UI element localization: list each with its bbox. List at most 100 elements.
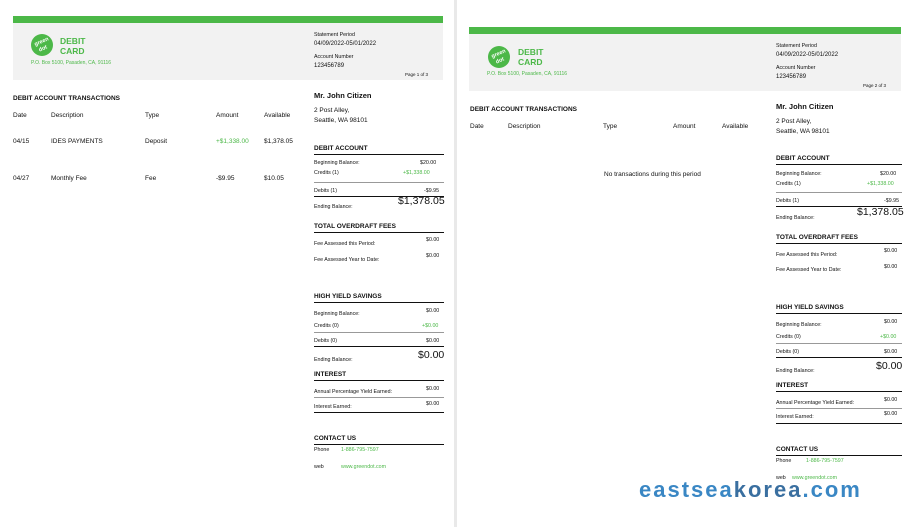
empty-state-message: No transactions during this period — [604, 171, 701, 178]
divider — [314, 232, 444, 233]
savings-debits-label: Debits (0) — [776, 349, 799, 355]
col-type: Type — [603, 123, 618, 130]
col-description: Description — [508, 123, 541, 130]
account-number-label: Account Number — [314, 54, 354, 60]
phone-link[interactable]: 1-886-795-7597 — [341, 446, 379, 454]
apy-label: Annual Percentage Yield Earned: — [776, 400, 855, 406]
savings-debits-value: $0.00 — [884, 349, 898, 355]
interest-earned-label: Interest Earned: — [314, 404, 352, 410]
credits-label: Credits (1) — [776, 181, 801, 187]
tx-amount: +$1,338.00 — [216, 138, 249, 145]
divider — [776, 192, 902, 193]
divider — [776, 423, 902, 424]
divider — [776, 164, 902, 165]
col-amount: Amount — [673, 123, 696, 130]
page-number: Page 2 of 3 — [863, 83, 887, 88]
savings-ending-value: $0.00 — [418, 349, 445, 361]
statement-page-1: green dot DEBIT CARD P.O. Box 5100, Pasade… — [0, 0, 452, 527]
ending-balance-label: Ending Balance: — [314, 204, 353, 210]
savings-credits-label: Credits (0) — [314, 323, 339, 329]
tx-description: IDES PAYMENTS — [51, 138, 103, 145]
divider — [314, 332, 444, 333]
transactions-title: DEBIT ACCOUNT TRANSACTIONS — [13, 95, 121, 102]
account-number-value: 123456789 — [776, 74, 807, 80]
tx-date: 04/15 — [13, 138, 30, 145]
page-gutter — [454, 0, 457, 527]
divider — [314, 444, 444, 445]
web-label: web — [314, 464, 324, 470]
debits-label: Debits (1) — [776, 198, 799, 204]
phone-label: Phone — [776, 458, 792, 464]
beginning-balance-value: $20.00 — [420, 160, 437, 166]
customer-address-line1: 2 Post Alley, — [776, 118, 812, 125]
header-accent-bar — [13, 16, 443, 23]
interest-title: INTEREST — [314, 371, 347, 378]
col-date: Date — [13, 112, 27, 119]
col-type: Type — [145, 112, 160, 119]
beginning-balance-label: Beginning Balance: — [314, 160, 360, 166]
phone-label: Phone — [314, 447, 330, 453]
savings-title: HIGH YIELD SAVINGS — [314, 293, 382, 300]
divider — [314, 182, 444, 183]
fee-period-value: $0.00 — [884, 248, 898, 254]
card-brand-title: DEBIT CARD — [60, 36, 86, 56]
divider — [314, 412, 444, 413]
debits-value: -$9.95 — [424, 188, 440, 194]
statement-page-2: green dot DEBIT CARD P.O. Box 5100, Pasade… — [458, 0, 910, 527]
savings-title: HIGH YIELD SAVINGS — [776, 304, 844, 311]
tx-type: Deposit — [145, 138, 168, 145]
interest-earned-label: Interest Earned: — [776, 414, 814, 420]
debits-value: -$9.95 — [884, 198, 900, 204]
contact-title: CONTACT US — [314, 435, 357, 442]
divider — [776, 357, 902, 358]
account-number-label: Account Number — [776, 65, 816, 71]
tx-available: $1,378.05 — [264, 138, 293, 145]
watermark: eastseakorea.com — [639, 477, 862, 502]
divider — [314, 302, 444, 303]
divider — [776, 408, 902, 409]
col-available: Available — [264, 112, 291, 119]
transactions-title: DEBIT ACCOUNT TRANSACTIONS — [470, 106, 578, 113]
divider — [314, 346, 444, 347]
divider — [314, 380, 444, 381]
bank-address: P.O. Box 5100, Pasaden, CA, 91116 — [487, 71, 568, 77]
customer-address-line2: Seattle, WA 98101 — [314, 117, 368, 124]
phone-link[interactable]: 1-886-795-7597 — [806, 457, 844, 465]
savings-debits-label: Debits (0) — [314, 338, 337, 344]
interest-title: INTEREST — [776, 382, 809, 389]
customer-address-line1: 2 Post Alley, — [314, 107, 350, 114]
divider — [776, 313, 902, 314]
statement-period-value: 04/09/2022-05/01/2022 — [314, 41, 377, 47]
account-number-value: 123456789 — [314, 63, 345, 69]
greendot-logo-icon: green dot — [488, 46, 510, 68]
divider — [776, 391, 902, 392]
divider — [776, 343, 902, 344]
statement-period-label: Statement Period — [776, 43, 817, 49]
savings-beginning-value: $0.00 — [426, 308, 440, 314]
credits-label: Credits (1) — [314, 170, 339, 176]
savings-credits-value: +$0.00 — [880, 334, 897, 340]
customer-name: Mr. John Citizen — [314, 91, 372, 100]
savings-beginning-label: Beginning Balance: — [776, 322, 822, 328]
apy-value: $0.00 — [426, 386, 440, 392]
fee-period-label: Fee Assessed this Period: — [776, 252, 838, 258]
fee-ytd-label: Fee Assessed Year to Date: — [776, 267, 842, 273]
statement-period-label: Statement Period — [314, 32, 355, 38]
tx-type: Fee — [145, 175, 157, 182]
divider — [776, 455, 902, 456]
savings-credits-label: Credits (0) — [776, 334, 801, 340]
savings-credits-value: +$0.00 — [422, 323, 439, 329]
apy-label: Annual Percentage Yield Earned: — [314, 389, 393, 395]
overdraft-title: TOTAL OVERDRAFT FEES — [776, 234, 858, 241]
col-date: Date — [470, 123, 484, 130]
savings-beginning-label: Beginning Balance: — [314, 311, 360, 317]
web-link[interactable]: www.greendot.com — [341, 463, 386, 471]
divider — [776, 243, 902, 244]
tx-description: Monthly Fee — [51, 175, 87, 182]
debits-label: Debits (1) — [314, 188, 337, 194]
fee-period-label: Fee Assessed this Period: — [314, 241, 376, 247]
customer-name: Mr. John Citizen — [776, 102, 834, 111]
savings-beginning-value: $0.00 — [884, 319, 898, 325]
card-brand-title: DEBIT CARD — [518, 47, 544, 67]
credits-value: +$1,338.00 — [403, 170, 430, 176]
